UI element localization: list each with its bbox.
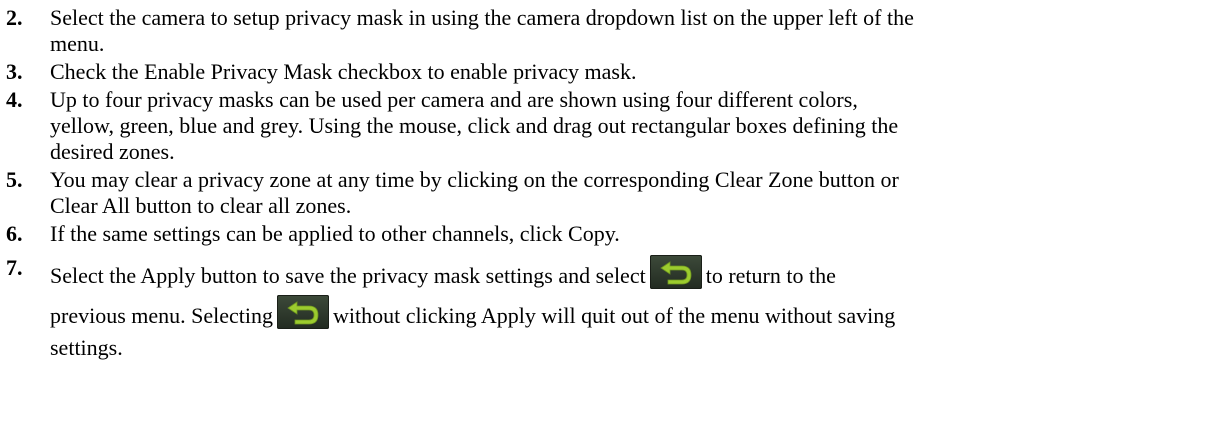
step-text-line: menu. [50, 31, 105, 56]
return-arrow-icon [277, 295, 330, 329]
step-number: 7. [6, 255, 23, 280]
step-text-line: You may clear a privacy zone at any time… [50, 167, 899, 192]
step-text-fragment: without clicking Apply will quit out of … [333, 303, 896, 328]
step-7: 7. Select the Apply button to save the p… [6, 255, 1210, 361]
step-number: 5. [6, 167, 23, 192]
step-text-line: Select the Apply button to save the priv… [50, 255, 1210, 295]
step-number: 3. [6, 59, 23, 84]
step-2: 2. Select the camera to setup privacy ma… [6, 5, 1210, 57]
step-number: 6. [6, 221, 23, 246]
step-text: Select the Apply button to save the priv… [50, 255, 1210, 361]
step-3: 3. Check the Enable Privacy Mask checkbo… [6, 59, 1210, 85]
step-text-fragment: previous menu. Selecting [50, 303, 274, 328]
step-text-line: Select the camera to setup privacy mask … [50, 5, 914, 30]
step-5: 5. You may clear a privacy zone at any t… [6, 167, 1210, 219]
step-4: 4. Up to four privacy masks can be used … [6, 87, 1210, 165]
instructions-document: 2. Select the camera to setup privacy ma… [0, 0, 1220, 443]
step-text-fragment: to return to the [705, 263, 836, 288]
step-text-line: desired zones. [50, 139, 175, 164]
return-arrow-glyph [659, 261, 692, 285]
step-text-line: settings. [50, 335, 123, 360]
step-text: Check the Enable Privacy Mask checkbox t… [50, 59, 1210, 85]
step-text: Up to four privacy masks can be used per… [50, 87, 1210, 165]
step-text-line: yellow, green, blue and grey. Using the … [50, 113, 899, 138]
step-text-line: Up to four privacy masks can be used per… [50, 87, 858, 112]
step-number: 2. [6, 5, 23, 30]
step-text-line: Clear All button to clear all zones. [50, 193, 352, 218]
step-6: 6. If the same settings can be applied t… [6, 221, 1210, 247]
step-text-line: Check the Enable Privacy Mask checkbox t… [50, 59, 637, 84]
step-number: 4. [6, 87, 23, 112]
step-text-line: If the same settings can be applied to o… [50, 221, 620, 246]
return-arrow-glyph [287, 301, 319, 325]
step-text: Select the camera to setup privacy mask … [50, 5, 1210, 57]
step-text-line: previous menu. Selecting without clicking… [50, 295, 1210, 335]
step-text: You may clear a privacy zone at any time… [50, 167, 1210, 219]
return-arrow-icon [649, 255, 702, 289]
step-text-fragment: Select the Apply button to save the priv… [50, 263, 646, 288]
step-text: If the same settings can be applied to o… [50, 221, 1210, 247]
